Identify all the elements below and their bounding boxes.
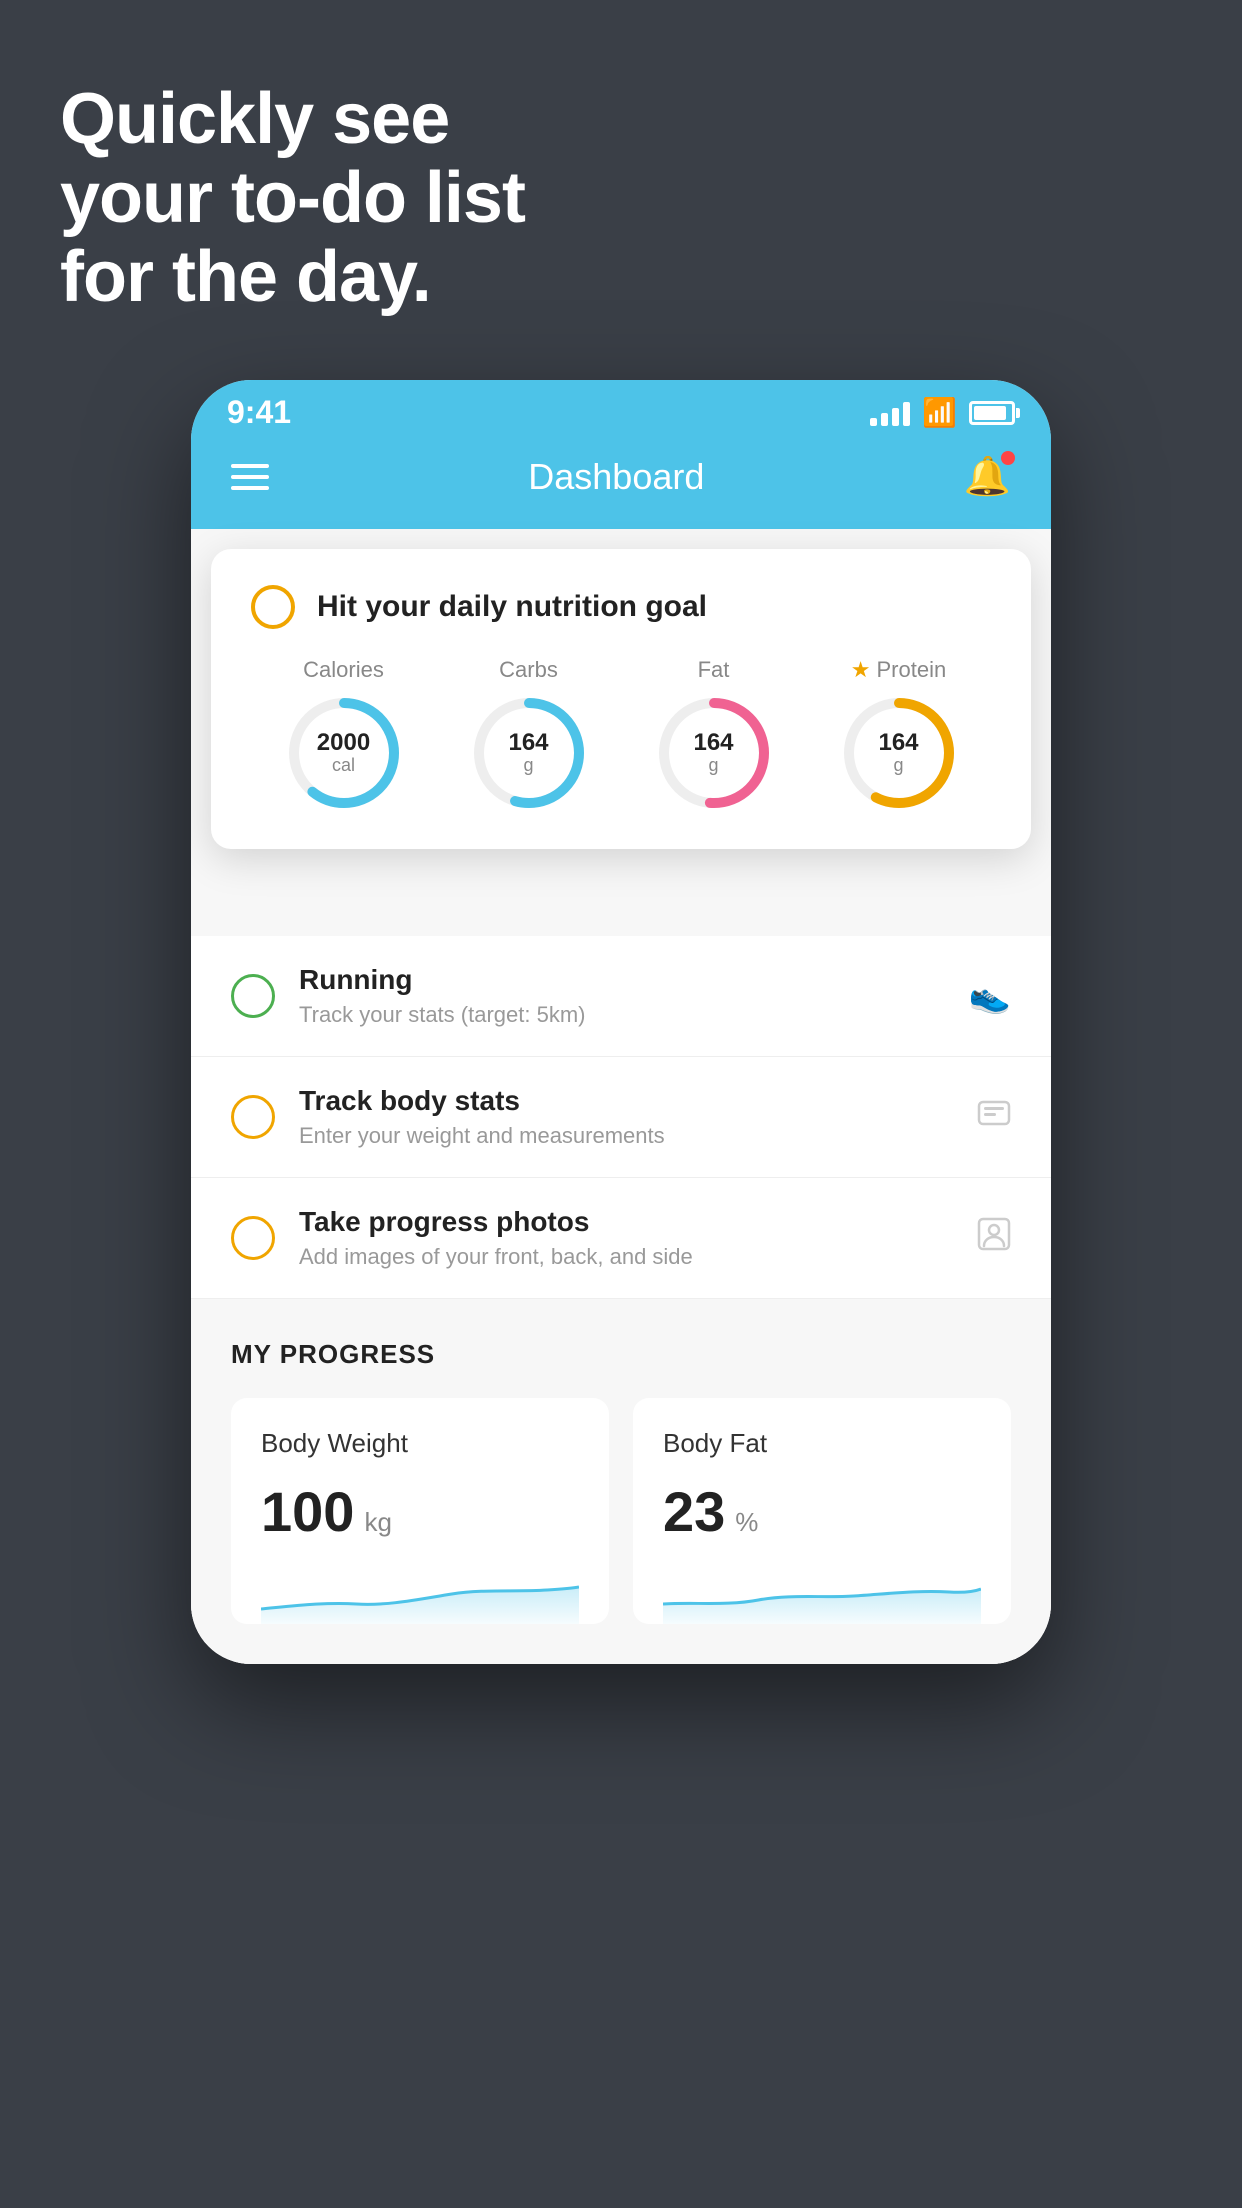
body-fat-value: 23 (663, 1479, 725, 1544)
body-stats-name: Track body stats (299, 1085, 953, 1117)
body-fat-unit: % (735, 1507, 758, 1538)
protein-ring-container: 164 g (839, 693, 959, 813)
progress-title: MY PROGRESS (231, 1339, 1011, 1370)
notification-button[interactable]: 🔔 (964, 455, 1011, 499)
running-name: Running (299, 964, 945, 996)
carbs-label: Carbs (499, 657, 558, 683)
fat-ring-container: 164 g (654, 693, 774, 813)
header-title: Dashboard (528, 456, 704, 498)
body-stats-check-circle (231, 1095, 275, 1139)
progress-section: MY PROGRESS Body Weight 100 kg (191, 1299, 1051, 1664)
status-icons: 📶 (870, 396, 1015, 429)
body-fat-title: Body Fat (663, 1428, 981, 1459)
battery-icon (969, 401, 1015, 425)
body-weight-title: Body Weight (261, 1428, 579, 1459)
photos-name: Take progress photos (299, 1206, 953, 1238)
protein-label: ★ Protein (851, 657, 946, 683)
todo-item-running[interactable]: Running Track your stats (target: 5km) 👟 (191, 936, 1051, 1057)
todo-list: Running Track your stats (target: 5km) 👟… (191, 936, 1051, 1299)
status-bar: 9:41 📶 (191, 380, 1051, 439)
running-sub: Track your stats (target: 5km) (299, 1002, 945, 1028)
person-icon (977, 1217, 1011, 1260)
body-fat-chart (663, 1564, 981, 1624)
signal-icon (870, 400, 910, 426)
scale-icon (977, 1096, 1011, 1139)
hero-line1: Quickly see (60, 80, 525, 159)
phone-mockup: 9:41 📶 Dashboard 🔔 (191, 380, 1051, 1664)
todo-item-body-stats[interactable]: Track body stats Enter your weight and m… (191, 1057, 1051, 1178)
carbs-ring-container: 164 g (469, 693, 589, 813)
wifi-icon: 📶 (922, 396, 957, 429)
nutrition-card: Hit your daily nutrition goal Calories 2… (211, 549, 1031, 849)
carbs-ring: Carbs 164 g (469, 657, 589, 813)
star-icon: ★ (851, 657, 871, 683)
carbs-value: 164 g (508, 730, 548, 776)
protein-value: 164 g (878, 730, 918, 776)
body-stats-sub: Enter your weight and measurements (299, 1123, 953, 1149)
nutrition-card-title: Hit your daily nutrition goal (317, 590, 707, 624)
nutrition-check-circle (251, 585, 295, 629)
body-weight-value: 100 (261, 1479, 354, 1544)
calories-label: Calories (303, 657, 384, 683)
fat-ring: Fat 164 g (654, 657, 774, 813)
calories-ring-container: 2000 cal (284, 693, 404, 813)
app-content: THINGS TO DO TODAY Hit your daily nutrit… (191, 529, 1051, 1664)
running-check-circle (231, 974, 275, 1018)
hero-line3: for the day. (60, 238, 525, 317)
protein-ring: ★ Protein 164 g (839, 657, 959, 813)
photos-sub: Add images of your front, back, and side (299, 1244, 953, 1270)
body-fat-value-row: 23 % (663, 1479, 981, 1544)
body-weight-unit: kg (364, 1507, 391, 1538)
photos-check-circle (231, 1216, 275, 1260)
nutrition-rings: Calories 2000 cal Carbs (251, 657, 991, 813)
body-fat-card: Body Fat 23 % (633, 1398, 1011, 1624)
body-stats-info: Track body stats Enter your weight and m… (299, 1085, 953, 1149)
hero-line2: your to-do list (60, 159, 525, 238)
running-info: Running Track your stats (target: 5km) (299, 964, 945, 1028)
body-weight-chart (261, 1564, 579, 1624)
menu-button[interactable] (231, 464, 269, 490)
running-icon: 👟 (969, 976, 1011, 1016)
photos-info: Take progress photos Add images of your … (299, 1206, 953, 1270)
fat-value: 164 g (693, 730, 733, 776)
progress-cards: Body Weight 100 kg (231, 1398, 1011, 1624)
body-weight-card: Body Weight 100 kg (231, 1398, 609, 1624)
hero-text: Quickly see your to-do list for the day. (60, 80, 525, 318)
body-weight-value-row: 100 kg (261, 1479, 579, 1544)
notification-dot (1001, 451, 1015, 465)
fat-label: Fat (698, 657, 730, 683)
calories-value: 2000 cal (317, 730, 370, 776)
calories-ring: Calories 2000 cal (284, 657, 404, 813)
todo-item-photos[interactable]: Take progress photos Add images of your … (191, 1178, 1051, 1299)
status-time: 9:41 (227, 394, 291, 431)
card-title-row: Hit your daily nutrition goal (251, 585, 991, 629)
app-header: Dashboard 🔔 (191, 439, 1051, 529)
